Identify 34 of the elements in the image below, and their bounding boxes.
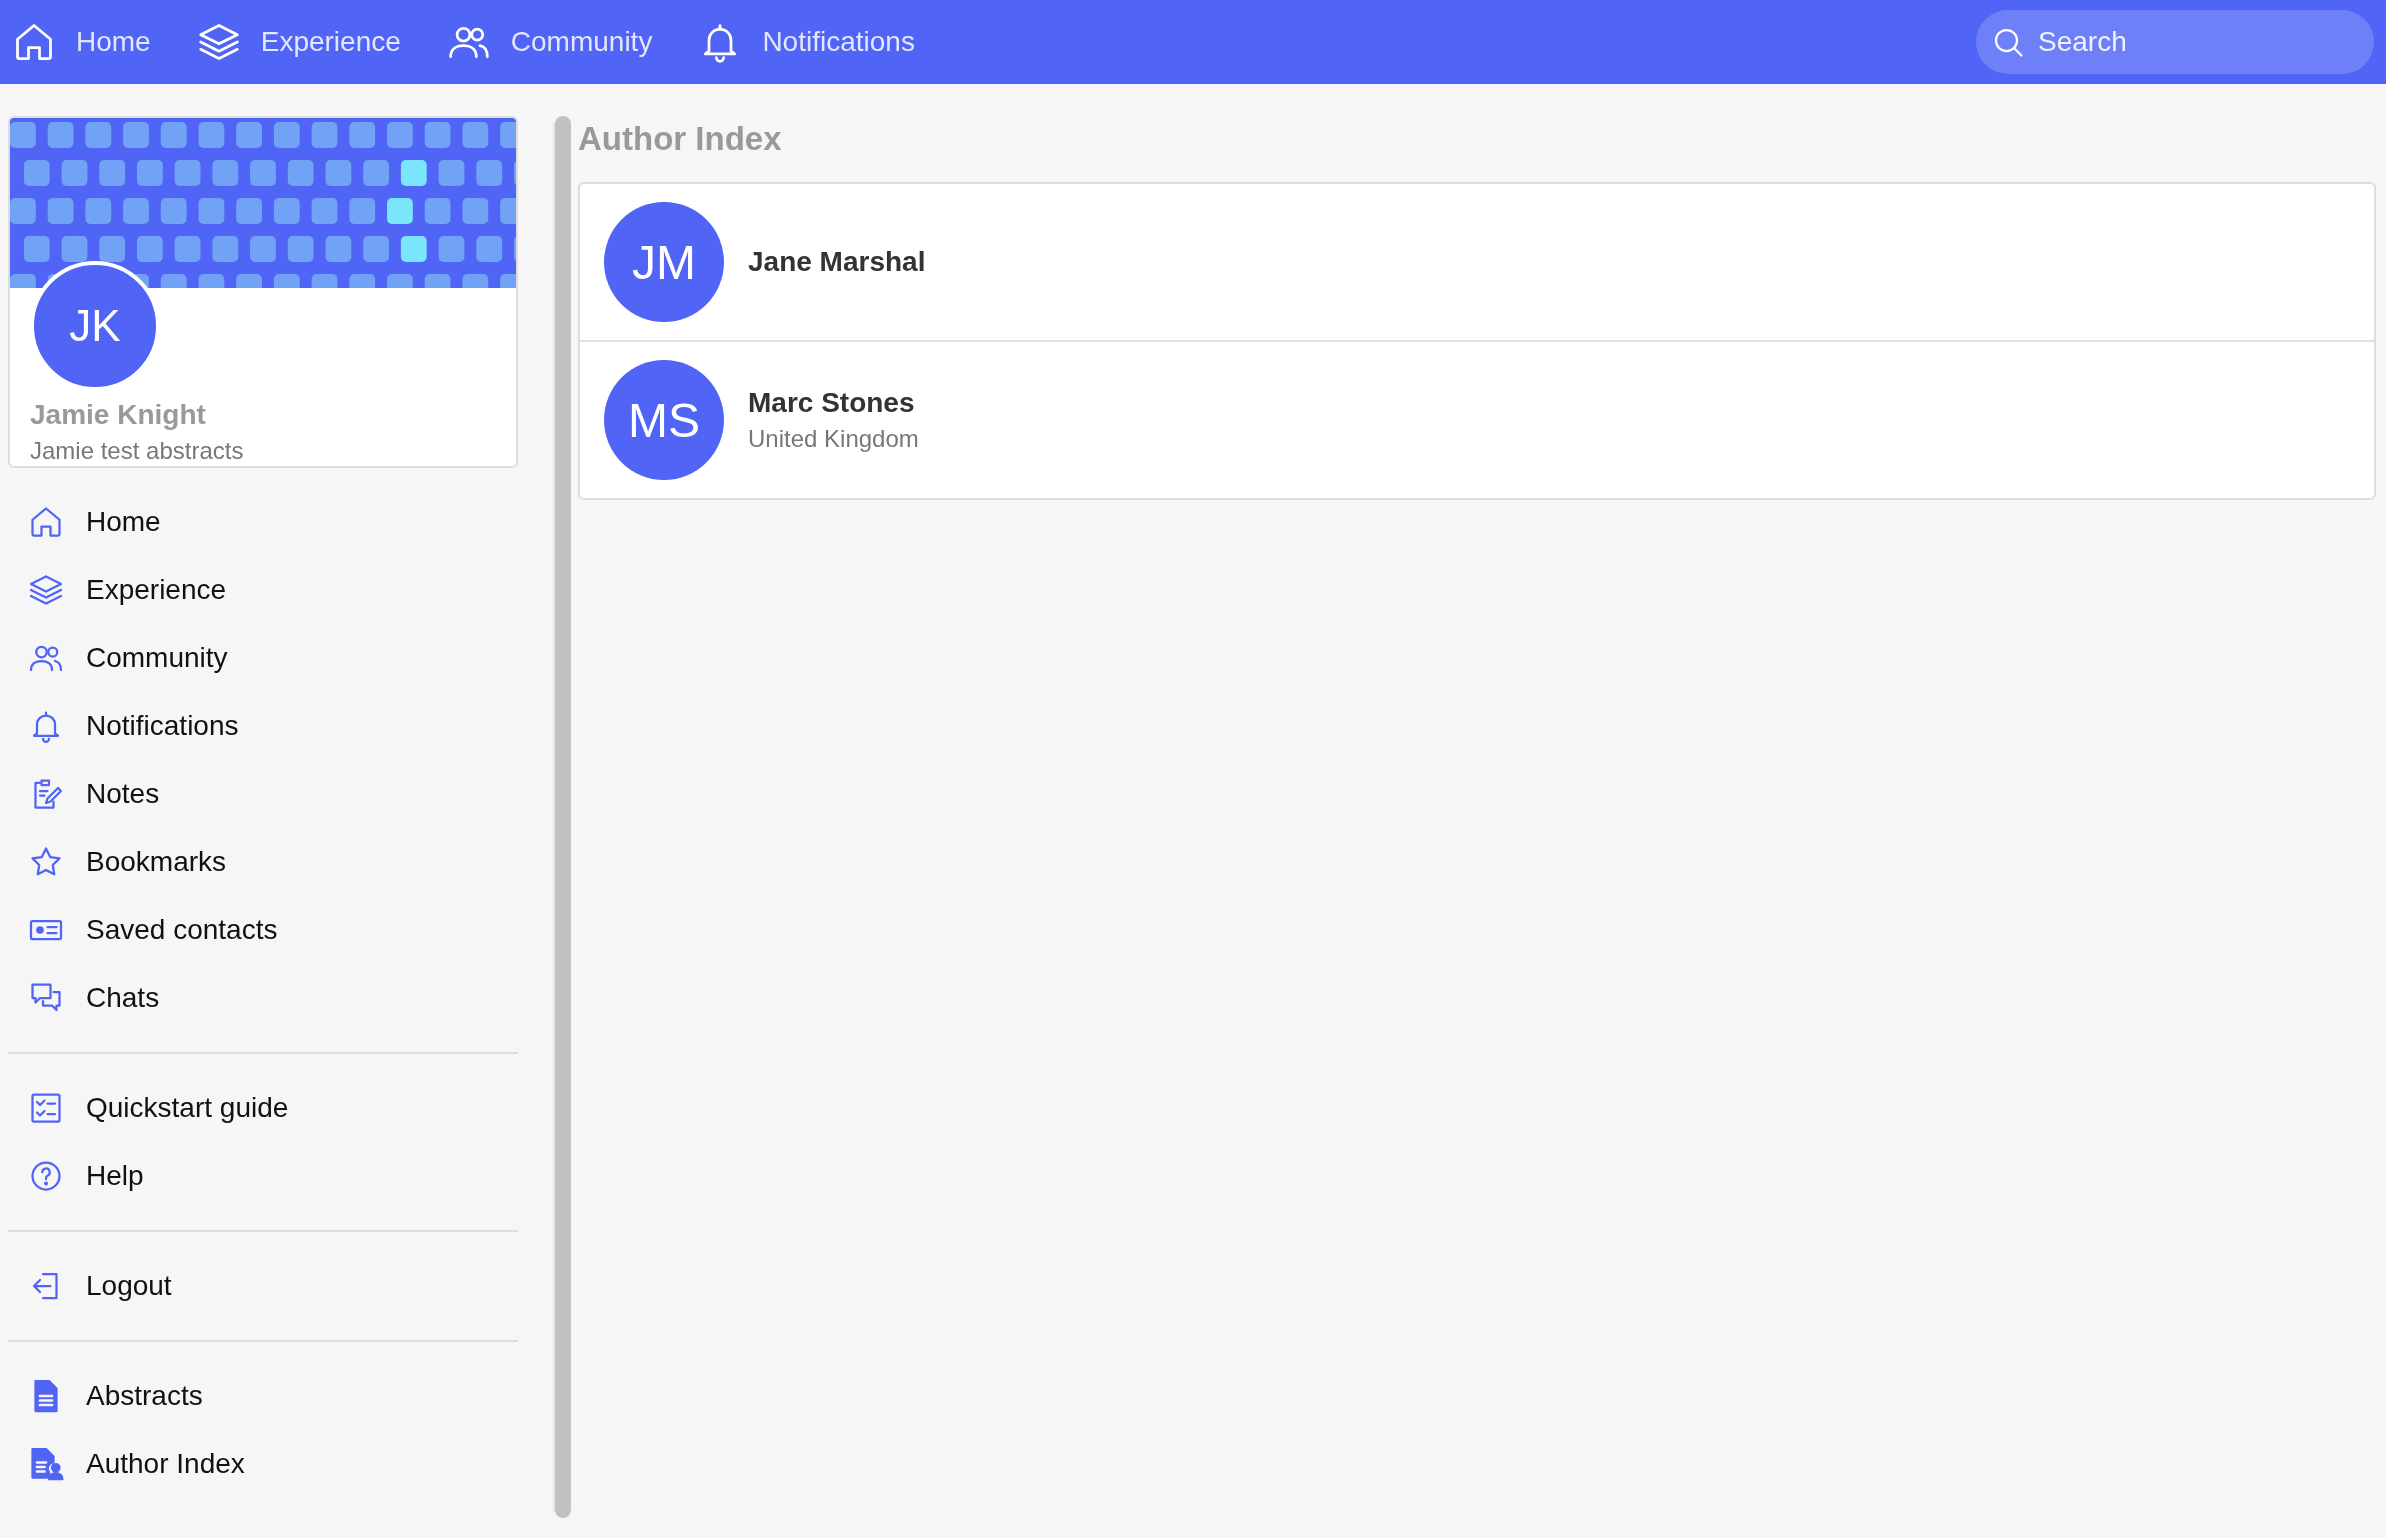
sidebar-item[interactable]: Notifications	[8, 692, 518, 760]
nav-link[interactable]: Notifications	[698, 20, 915, 64]
profile-subtitle: Jamie test abstracts	[30, 437, 245, 465]
sidebar-item[interactable]: Author Index	[8, 1430, 518, 1498]
avatar: JM	[604, 202, 724, 322]
sidebar-item[interactable]: Experience	[8, 556, 518, 624]
author-name: Marc Stones	[748, 387, 916, 419]
author-country: United Kingdom	[748, 425, 919, 453]
checklist-icon	[28, 1090, 64, 1126]
author-row[interactable]: MS Marc Stones United Kingdom	[580, 342, 2374, 498]
nav-link[interactable]: Community	[446, 20, 653, 64]
nav-link[interactable]: Experience	[196, 20, 401, 64]
sidebar-item[interactable]: Notes	[8, 760, 518, 828]
sidebar-item[interactable]: Chats	[8, 964, 518, 1032]
profile-name: Jamie Knight	[30, 399, 207, 431]
sidebar-item[interactable]: Quickstart guide	[8, 1074, 518, 1142]
page-title: Author Index	[578, 120, 783, 158]
document-person-icon	[28, 1446, 64, 1482]
sidebar-item[interactable]: Saved contacts	[8, 896, 518, 964]
sidebar-item[interactable]: Home	[8, 488, 518, 556]
sidebar-item[interactable]: Abstracts	[8, 1362, 518, 1430]
sidebar-item[interactable]: Bookmarks	[8, 828, 518, 896]
scrollbar[interactable]	[555, 116, 571, 1518]
avatar: MS	[604, 360, 724, 480]
layers-icon	[28, 572, 64, 608]
home-icon	[28, 504, 64, 540]
sidebar-item[interactable]: Community	[8, 624, 518, 692]
author-row[interactable]: JM Jane Marshal	[580, 184, 2374, 342]
search-field[interactable]: Search	[1976, 10, 2374, 74]
help-icon	[28, 1158, 64, 1194]
nav-link[interactable]: Home	[12, 20, 151, 64]
sidebar-item[interactable]: Logout	[8, 1252, 518, 1320]
sidebar-item[interactable]: Help	[8, 1142, 518, 1210]
author-name: Jane Marshal	[748, 246, 926, 278]
